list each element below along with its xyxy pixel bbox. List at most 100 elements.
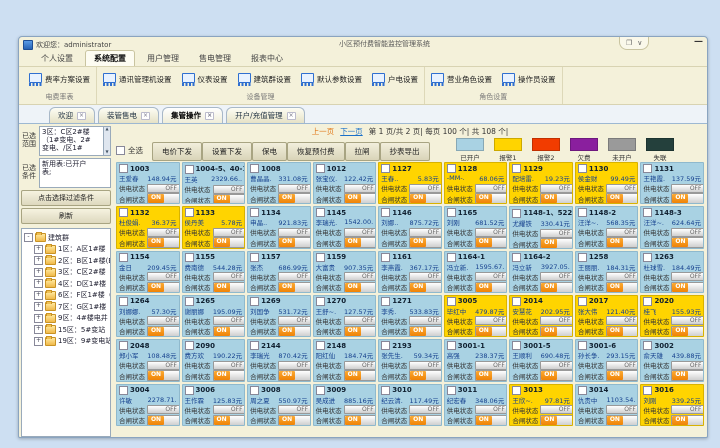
tab-close-icon[interactable]: ×: [205, 112, 214, 120]
supply-toggle[interactable]: OFF: [671, 405, 704, 414]
ribbon-button[interactable]: 费率方案设置: [27, 72, 92, 87]
card-checkbox[interactable]: [512, 297, 521, 306]
supply-toggle[interactable]: OFF: [409, 405, 442, 414]
supply-toggle[interactable]: OFF: [540, 229, 573, 238]
switch-toggle[interactable]: ON: [475, 237, 508, 248]
card-checkbox[interactable]: [119, 253, 128, 262]
supply-toggle[interactable]: OFF: [344, 405, 377, 414]
supply-toggle[interactable]: OFF: [475, 405, 508, 414]
toolbar-button-保电[interactable]: 保电: [252, 142, 287, 161]
supply-toggle[interactable]: OFF: [409, 316, 442, 325]
card-checkbox[interactable]: [250, 164, 259, 173]
supply-toggle[interactable]: OFF: [278, 405, 311, 414]
supply-toggle[interactable]: OFF: [475, 272, 508, 281]
switch-toggle[interactable]: ON: [606, 282, 639, 293]
menu-tab-售电管理[interactable]: 售电管理: [191, 51, 239, 66]
card-checkbox[interactable]: [578, 341, 587, 350]
switch-toggle[interactable]: ON: [409, 415, 442, 426]
tab-close-icon[interactable]: ×: [77, 112, 86, 120]
card-checkbox[interactable]: [578, 253, 587, 262]
switch-toggle[interactable]: ON: [278, 370, 311, 381]
doc-tab-装管售电[interactable]: 装管售电×: [98, 107, 159, 123]
card-checkbox[interactable]: [643, 297, 652, 306]
filter-select-button[interactable]: 点击选择过滤条件: [21, 190, 111, 206]
tree-root[interactable]: - 建筑群: [24, 233, 110, 243]
toolbar-button-抄表导出[interactable]: 抄表导出: [380, 142, 430, 161]
scroll-up-icon[interactable]: ▲: [105, 127, 108, 132]
switch-toggle[interactable]: ON: [147, 370, 180, 381]
prev-page-link[interactable]: 上一页: [312, 126, 335, 137]
card-checkbox[interactable]: [250, 386, 259, 395]
toolbar-button-设置下发[interactable]: 设置下发: [202, 142, 252, 161]
card-checkbox[interactable]: [512, 253, 521, 262]
card-checkbox[interactable]: [381, 164, 390, 173]
tree-item[interactable]: +9区：4#楼电井（4: [24, 313, 110, 323]
switch-toggle[interactable]: ON: [540, 282, 573, 293]
switch-toggle[interactable]: ON: [213, 282, 246, 293]
toolbar-button-拉闸[interactable]: 拉闸: [345, 142, 380, 161]
switch-toggle[interactable]: ON: [671, 370, 704, 381]
card-checkbox[interactable]: [643, 208, 652, 217]
ribbon-button[interactable]: 仪表设置: [180, 72, 230, 87]
supply-toggle[interactable]: OFF: [671, 228, 704, 237]
supply-toggle[interactable]: OFF: [344, 228, 377, 237]
ribbon-button[interactable]: 操作员设置: [500, 72, 558, 87]
card-checkbox[interactable]: [643, 341, 652, 350]
card-checkbox[interactable]: [512, 341, 521, 350]
supply-toggle[interactable]: OFF: [147, 184, 180, 193]
switch-toggle[interactable]: ON: [278, 237, 311, 248]
switch-toggle[interactable]: ON: [475, 326, 508, 337]
select-all-checkbox[interactable]: [116, 146, 125, 155]
supply-toggle[interactable]: OFF: [213, 272, 246, 281]
supply-toggle[interactable]: OFF: [147, 361, 180, 370]
switch-toggle[interactable]: ON: [344, 370, 377, 381]
card-checkbox[interactable]: [643, 386, 652, 395]
collapse-icon[interactable]: -: [24, 233, 33, 242]
supply-toggle[interactable]: OFF: [671, 316, 704, 325]
switch-toggle[interactable]: ON: [606, 326, 639, 337]
tree-item[interactable]: +4区：D区1#楼（D: [24, 279, 110, 289]
switch-toggle[interactable]: ON: [606, 193, 639, 204]
card-checkbox[interactable]: [250, 253, 259, 262]
supply-toggle[interactable]: OFF: [606, 228, 639, 237]
card-checkbox[interactable]: [185, 208, 194, 217]
supply-toggle[interactable]: OFF: [475, 361, 508, 370]
supply-toggle[interactable]: OFF: [213, 361, 246, 370]
card-checkbox[interactable]: [119, 164, 128, 173]
switch-toggle[interactable]: ON: [671, 415, 704, 426]
card-checkbox[interactable]: [119, 208, 128, 217]
tree-item[interactable]: +7区：G区1#楼: [24, 302, 110, 312]
switch-toggle[interactable]: ON: [409, 326, 442, 337]
switch-toggle[interactable]: ON: [409, 193, 442, 204]
switch-toggle[interactable]: ON: [344, 326, 377, 337]
doc-tab-开户/充值管理[interactable]: 开户/充值管理×: [226, 107, 305, 123]
doc-tab-集管操作[interactable]: 集管操作×: [162, 107, 223, 123]
switch-toggle[interactable]: ON: [147, 415, 180, 426]
expand-icon[interactable]: +: [34, 337, 43, 346]
card-checkbox[interactable]: [381, 208, 390, 217]
range-scrollbar[interactable]: ▲▼: [103, 127, 110, 155]
tree-item[interactable]: +15区：5#变站（3: [24, 325, 110, 335]
switch-toggle[interactable]: ON: [409, 370, 442, 381]
expand-icon[interactable]: +: [34, 268, 43, 277]
supply-toggle[interactable]: OFF: [606, 272, 639, 281]
card-checkbox[interactable]: [119, 297, 128, 306]
supply-toggle[interactable]: OFF: [278, 228, 311, 237]
supply-toggle[interactable]: OFF: [344, 184, 377, 193]
card-checkbox[interactable]: [578, 386, 587, 395]
switch-toggle[interactable]: ON: [278, 415, 311, 426]
supply-toggle[interactable]: OFF: [540, 405, 573, 414]
card-checkbox[interactable]: [316, 341, 325, 350]
supply-toggle[interactable]: OFF: [409, 272, 442, 281]
selected-condition-box[interactable]: 新用表:已开户表;: [39, 158, 111, 188]
supply-toggle[interactable]: OFF: [147, 405, 180, 414]
selected-range-box[interactable]: 3区：C区2#楼（1#变电、2#变电、/区1# ▲▼: [39, 126, 111, 156]
switch-toggle[interactable]: ON: [278, 193, 311, 204]
toolbar-button-恢复预付费[interactable]: 恢复预付费: [287, 142, 345, 161]
switch-toggle[interactable]: ON: [671, 282, 704, 293]
tree-item[interactable]: +1区：A区1#楼: [24, 244, 110, 254]
tree-item[interactable]: +3区：C区2#楼（1: [24, 267, 110, 277]
dropdown-icon[interactable]: ∨: [637, 39, 642, 47]
switch-toggle[interactable]: ON: [213, 326, 246, 337]
supply-toggle[interactable]: OFF: [540, 316, 573, 325]
